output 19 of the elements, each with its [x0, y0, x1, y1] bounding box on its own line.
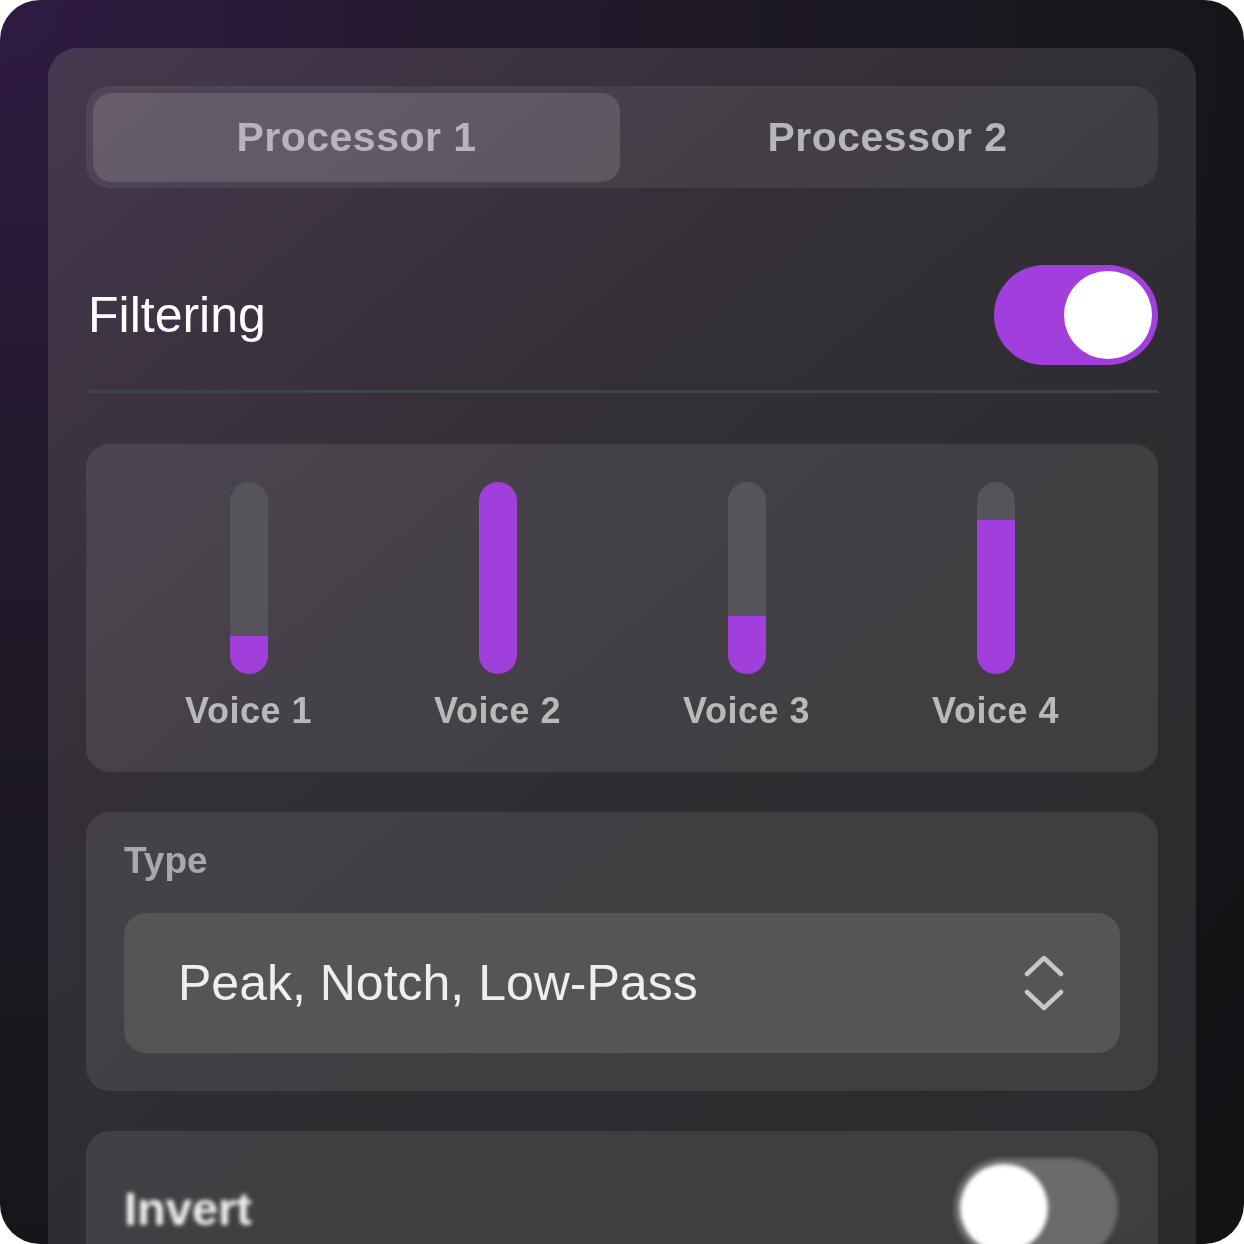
slider-track[interactable]	[976, 482, 1015, 674]
slider-track[interactable]	[727, 482, 766, 674]
field-label: Type	[124, 840, 208, 882]
invert-label: Invert	[124, 1180, 252, 1236]
tab[interactable]: Processor 2	[624, 93, 1151, 182]
chevron-up-down-icon	[1024, 953, 1064, 1013]
slider-fill[interactable]	[478, 482, 517, 674]
section-title: Filtering	[88, 286, 266, 344]
voice-label: Voice 1	[185, 690, 312, 732]
slider-fill[interactable]	[727, 616, 766, 674]
tab[interactable]: Processor 1	[93, 93, 620, 182]
voice-label: Voice 3	[683, 690, 810, 732]
voice-label: Voice 2	[434, 690, 561, 732]
voice-label: Voice 4	[932, 690, 1059, 732]
slider-fill[interactable]	[976, 520, 1015, 674]
type-select[interactable]: Peak, Notch, Low-Pass	[124, 913, 1120, 1053]
toggle-switch[interactable]	[954, 1158, 1118, 1244]
slider-fill[interactable]	[229, 635, 268, 674]
slider-track[interactable]	[229, 482, 268, 674]
